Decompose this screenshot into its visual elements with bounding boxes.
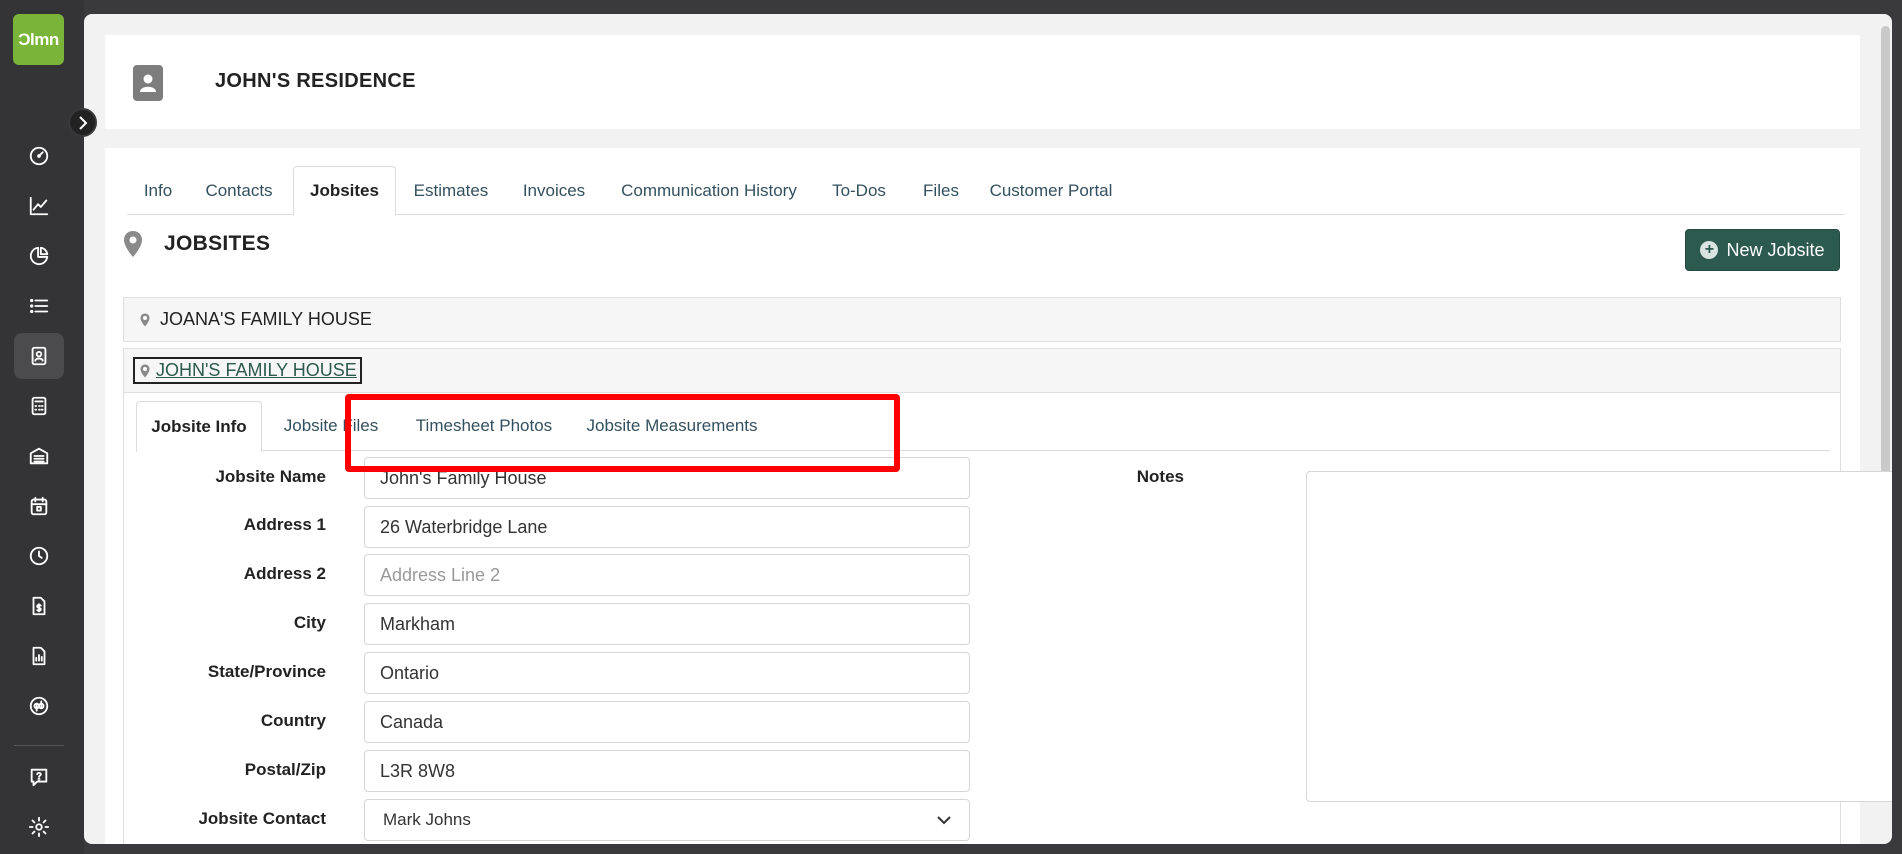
tab-timesheet-photos[interactable]: Timesheet Photos: [399, 401, 569, 451]
calendar-icon: [30, 496, 48, 516]
map-pin-icon: [140, 364, 150, 377]
nav-documents[interactable]: [14, 633, 64, 679]
warehouse-icon: [29, 447, 49, 465]
jobsite-contact-label: Jobsite Contact: [198, 809, 326, 828]
tab-invoices[interactable]: Invoices: [504, 166, 604, 215]
city-input[interactable]: [364, 603, 970, 645]
tab-jobsite-files[interactable]: Jobsite Files: [266, 401, 396, 451]
address1-label: Address 1: [243, 515, 326, 534]
tab-estimates[interactable]: Estimates: [398, 166, 504, 215]
chart-line-icon: [29, 196, 49, 216]
jobsite-contact-select[interactable]: Mark Johns: [364, 799, 970, 841]
country-label: Country: [260, 711, 326, 730]
chevron-down-icon: [937, 815, 951, 824]
report-icon: [32, 646, 46, 666]
page-title: JOHN'S RESIDENCE: [215, 70, 416, 92]
list-icon: [30, 298, 49, 314]
city-label: City: [293, 613, 326, 632]
address1-input[interactable]: [364, 506, 970, 548]
tab-customer-portal[interactable]: Customer Portal: [978, 166, 1124, 215]
tab-files[interactable]: Files: [904, 166, 978, 215]
invoice-icon: [32, 596, 46, 616]
map-pin-icon: [140, 313, 150, 326]
state-label: State/Province: [207, 662, 326, 681]
state-input[interactable]: [364, 652, 970, 694]
contact-book-icon: [133, 65, 165, 101]
nav-list[interactable]: [14, 283, 64, 329]
pie-chart-icon: [29, 246, 49, 266]
postal-input[interactable]: [364, 750, 970, 792]
nav-settings[interactable]: [14, 804, 64, 850]
tab-jobsites[interactable]: Jobsites: [293, 166, 396, 216]
postal-label: Postal/Zip: [244, 760, 326, 779]
section-title: JOBSITES: [164, 232, 271, 255]
quickbooks-icon: [29, 696, 49, 716]
contacts-icon: [31, 346, 47, 366]
chevron-right-icon: [78, 115, 87, 130]
map-pin-icon: [124, 231, 142, 257]
nav-dashboard[interactable]: [14, 133, 64, 179]
notes-textarea[interactable]: [1306, 471, 1892, 802]
settings-icon: [28, 816, 50, 838]
main-window: JOHN'S RESIDENCE Info Contacts Jobsites …: [84, 14, 1892, 844]
new-jobsite-button[interactable]: + New Jobsite: [1685, 229, 1840, 271]
jobsite-accordion-john[interactable]: JOHN'S FAMILY HOUSE: [123, 348, 1841, 393]
sidebar-expand-button[interactable]: [68, 108, 97, 137]
scrollbar[interactable]: [1881, 26, 1890, 476]
app-logo[interactable]: Ɔlmn: [13, 14, 64, 65]
jobsite-accordion-label: JOANA'S FAMILY HOUSE: [160, 309, 372, 329]
jobsite-contact-value: Mark Johns: [383, 810, 471, 829]
calculator-icon: [31, 396, 47, 416]
tab-contacts[interactable]: Contacts: [189, 166, 289, 215]
nav-quickbooks[interactable]: [14, 683, 64, 729]
new-jobsite-label: New Jobsite: [1726, 239, 1825, 260]
nav-analytics[interactable]: [14, 233, 64, 279]
nav-estimates[interactable]: [14, 383, 64, 429]
nav-reports-chart[interactable]: [14, 183, 64, 229]
sidebar: Ɔlmn: [0, 0, 97, 854]
tab-todos[interactable]: To-Dos: [814, 166, 904, 215]
nav-timesheets[interactable]: [14, 533, 64, 579]
nav-invoices[interactable]: [14, 583, 64, 629]
country-input[interactable]: [364, 701, 970, 743]
sidebar-divider: [14, 745, 64, 746]
jobsite-accordion-joana[interactable]: JOANA'S FAMILY HOUSE: [123, 297, 1841, 342]
tab-communication-history[interactable]: Communication History: [604, 166, 814, 215]
jobsite-tabs: Jobsite Info Jobsite Files Timesheet Pho…: [136, 401, 1830, 452]
customer-tabs: Info Contacts Jobsites Estimates Invoice…: [127, 166, 1845, 216]
jobsite-name-input[interactable]: [364, 457, 970, 499]
tab-jobsite-measurements[interactable]: Jobsite Measurements: [572, 401, 772, 451]
nav-inventory[interactable]: [14, 433, 64, 479]
nav-customers[interactable]: [14, 333, 64, 379]
nav-schedule[interactable]: [14, 483, 64, 529]
help-icon: [30, 768, 48, 787]
tab-jobsite-info[interactable]: Jobsite Info: [136, 401, 262, 452]
nav-help[interactable]: [14, 754, 64, 800]
page-header: JOHN'S RESIDENCE: [105, 35, 1860, 129]
plus-circle-icon: +: [1700, 241, 1719, 259]
tab-info[interactable]: Info: [127, 166, 189, 215]
address2-label: Address 2: [243, 564, 326, 583]
address2-input[interactable]: [364, 554, 970, 596]
notes-label: Notes: [1136, 467, 1184, 486]
jobsite-name-label: Jobsite Name: [215, 467, 326, 486]
clock-icon: [29, 546, 49, 566]
dashboard-icon: [29, 146, 49, 166]
jobsite-accordion-label: JOHN'S FAMILY HOUSE: [133, 357, 362, 384]
